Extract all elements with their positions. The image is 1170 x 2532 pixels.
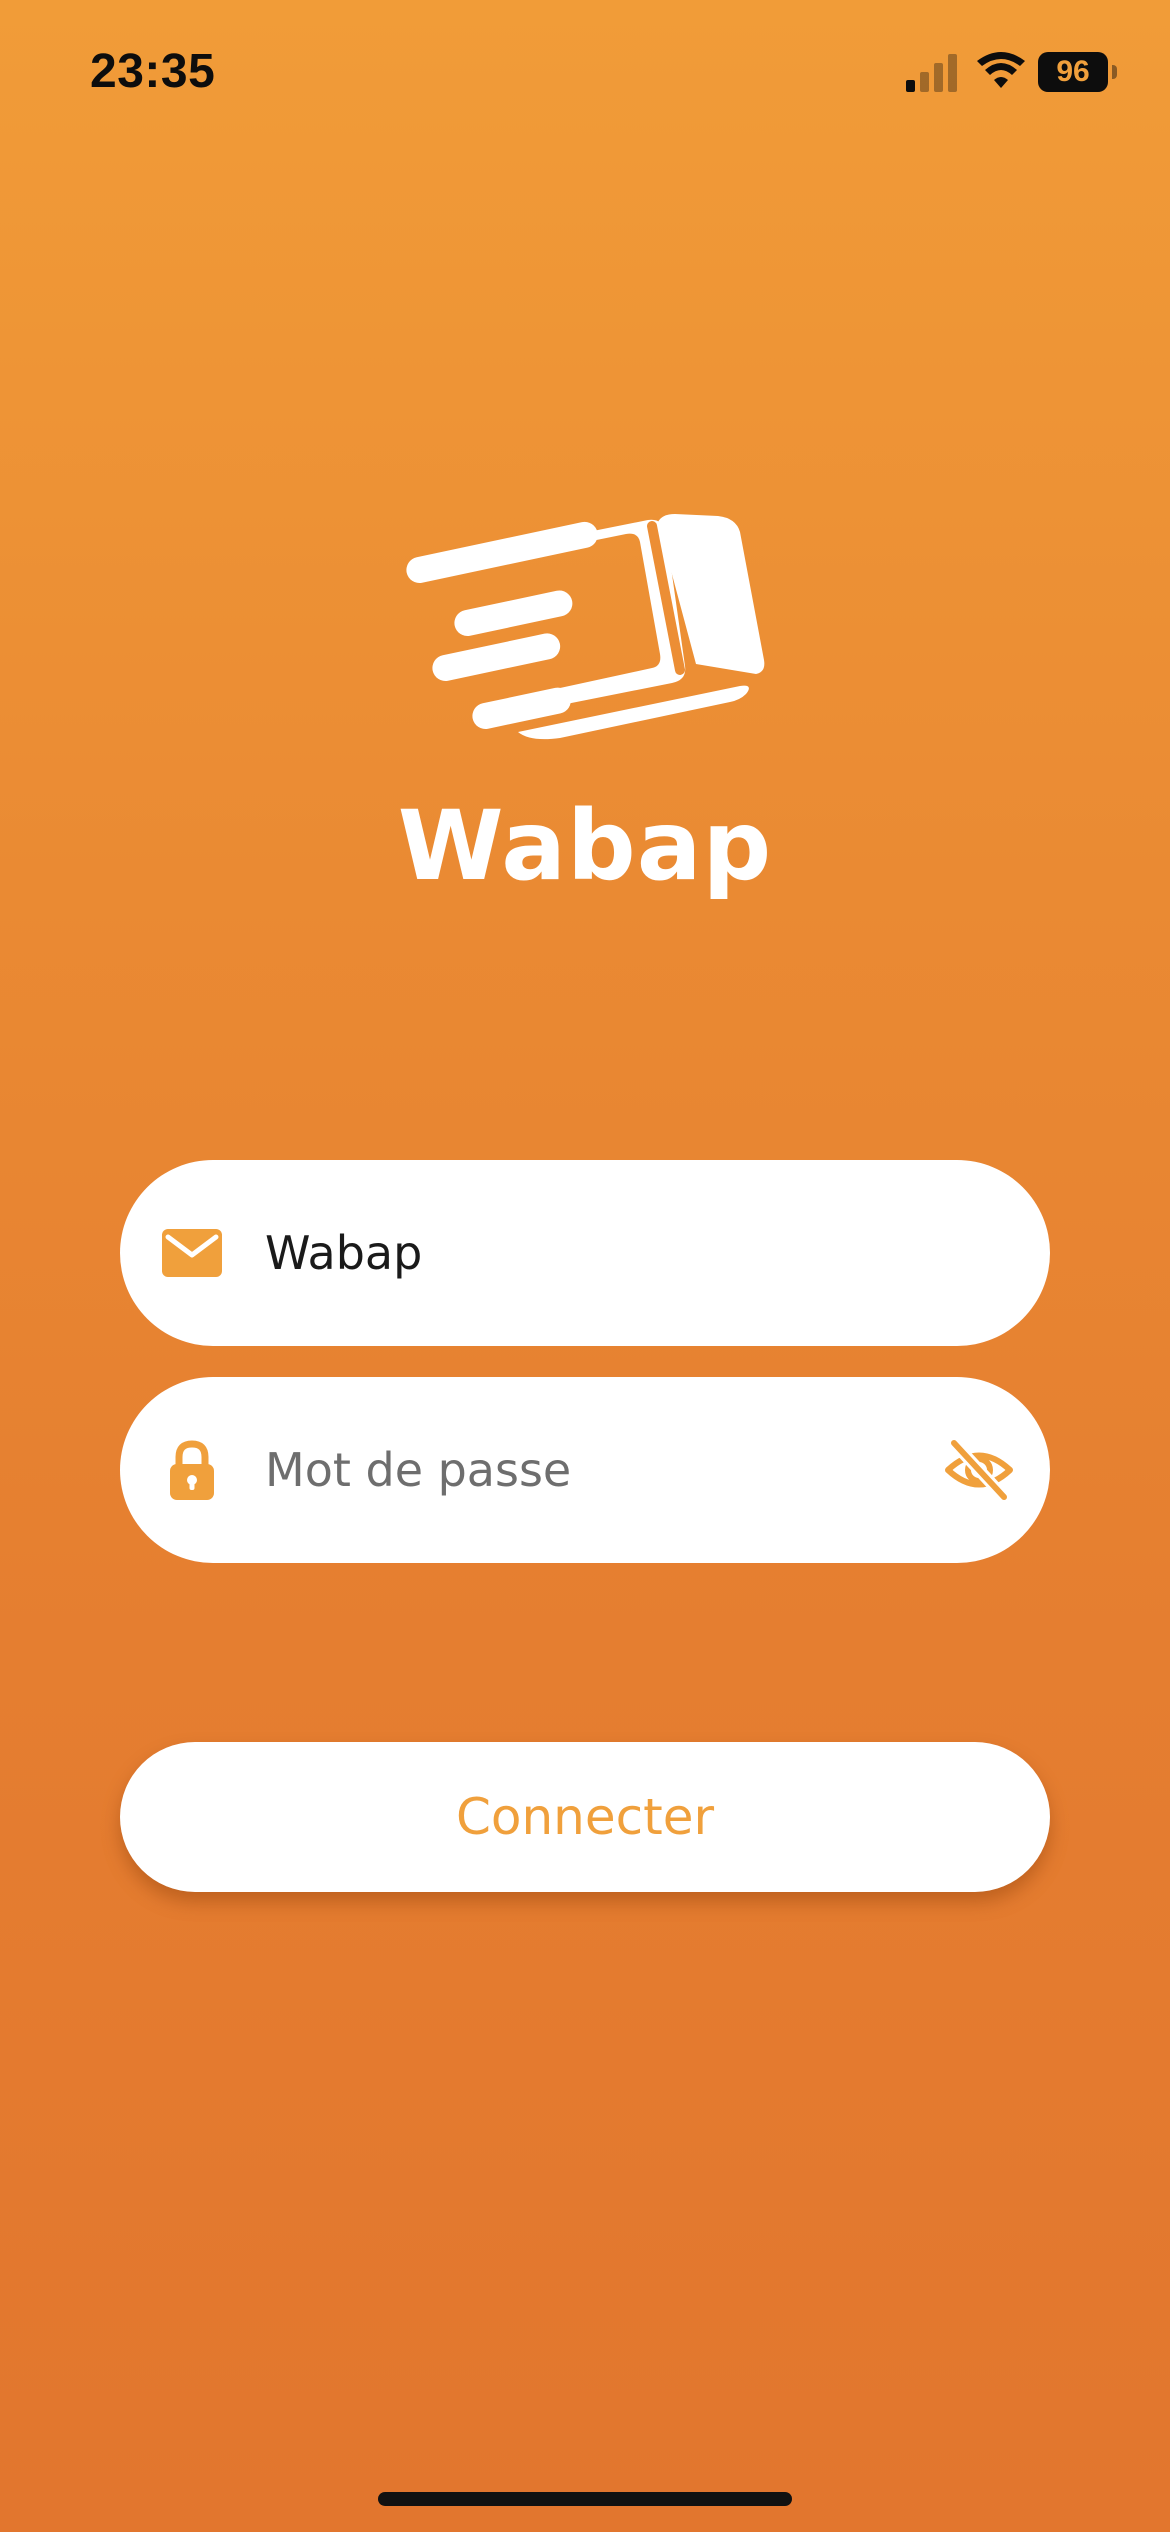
app-title: Wabap xyxy=(397,790,773,902)
status-time: 23:35 xyxy=(90,45,216,98)
cellular-signal-icon xyxy=(906,54,957,92)
battery-level: 96 xyxy=(1038,52,1108,92)
email-field[interactable]: Wabap xyxy=(120,1160,1050,1346)
battery-cap xyxy=(1112,65,1117,79)
wifi-icon xyxy=(977,52,1025,88)
eye-slash-icon[interactable] xyxy=(944,1437,1014,1503)
home-indicator[interactable] xyxy=(378,2492,792,2506)
fast-package-logo xyxy=(406,514,765,740)
password-field[interactable]: Mot de passe xyxy=(120,1377,1050,1563)
status-bar: 23:35 96 xyxy=(0,0,1170,150)
email-input[interactable]: Wabap xyxy=(265,1160,422,1346)
envelope-icon xyxy=(162,1229,222,1277)
password-input[interactable]: Mot de passe xyxy=(265,1377,571,1563)
connect-button[interactable]: Connecter xyxy=(120,1742,1050,1892)
lock-icon xyxy=(170,1440,214,1500)
battery-indicator: 96 xyxy=(1038,52,1118,92)
